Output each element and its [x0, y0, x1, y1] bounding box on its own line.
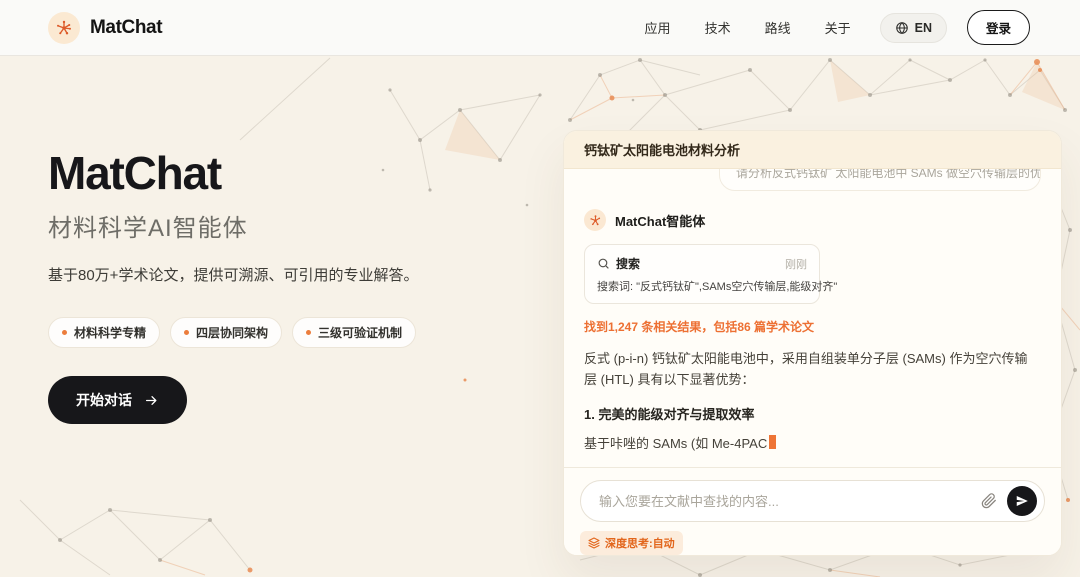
- chat-title: 钙钛矿太阳能电池材料分析: [584, 140, 740, 159]
- feature-pill-architecture: 四层协同架构: [170, 317, 282, 348]
- agent-name: MatChat智能体: [615, 211, 705, 230]
- chat-input-area: 深度思考:自动: [564, 467, 1061, 555]
- feature-label: 三级可验证机制: [318, 324, 402, 341]
- bullet-dot-icon: [306, 330, 311, 335]
- arrow-right-icon: [144, 394, 159, 407]
- brand-name: MatChat: [90, 17, 162, 39]
- feature-pill-materials: 材料科学专精: [48, 317, 160, 348]
- language-label: EN: [915, 21, 932, 35]
- answer-typing-line: 基于咔唑的 SAMs (如 Me-4PAC: [584, 433, 1041, 452]
- deep-think-label: 深度思考:自动: [605, 535, 675, 551]
- hero-section: MatChat 材料科学AI智能体 基于80万+学术论文，提供可溯源、可引用的专…: [48, 146, 478, 424]
- answer-heading: 1. 完美的能级对齐与提取效率: [584, 404, 1041, 423]
- search-timestamp: 刚刚: [785, 256, 807, 272]
- attach-file-button[interactable]: [977, 489, 1001, 513]
- feature-pill-verification: 三级可验证机制: [292, 317, 416, 348]
- send-button[interactable]: [1007, 486, 1037, 516]
- feature-pills: 材料科学专精 四层协同架构 三级可验证机制: [48, 317, 478, 348]
- chat-input[interactable]: [599, 494, 977, 509]
- nav-item-roadmap[interactable]: 路线: [752, 12, 804, 43]
- top-navbar: MatChat 应用 技术 路线 关于 EN 登录: [0, 0, 1080, 56]
- login-button[interactable]: 登录: [967, 10, 1030, 45]
- paperclip-icon: [981, 493, 997, 509]
- nav-menu: 应用 技术 路线 关于 EN 登录: [632, 10, 1030, 45]
- nav-item-apps[interactable]: 应用: [632, 12, 684, 43]
- user-message-text: 请分析反式钙钛矿 太阳能电池中 SAMs 做空穴传输层的优势。: [736, 169, 1024, 181]
- start-chat-label: 开始对话: [76, 390, 132, 410]
- bullet-dot-icon: [184, 330, 189, 335]
- answer-paragraph: 反式 (p-i-n) 钙钛矿太阳能电池中，采用自组装单分子层 (SAMs) 作为…: [584, 348, 1036, 391]
- layers-icon: [588, 537, 600, 549]
- feature-label: 材料科学专精: [74, 324, 146, 341]
- hero-title: MatChat: [48, 146, 478, 200]
- deep-think-toggle[interactable]: 深度思考:自动: [580, 531, 683, 555]
- language-switcher[interactable]: EN: [880, 13, 947, 43]
- search-tool-label: 搜索: [616, 255, 640, 272]
- hero-subtitle: 材料科学AI智能体: [48, 208, 478, 243]
- start-chat-button[interactable]: 开始对话: [48, 376, 187, 424]
- agent-identity-row: MatChat智能体: [584, 209, 1041, 231]
- typing-cursor: [769, 435, 776, 449]
- brand-logo[interactable]: MatChat: [48, 12, 162, 44]
- feature-label: 四层协同架构: [196, 324, 268, 341]
- search-result-summary: 找到1,247 条相关结果，包括86 篇学术论文: [584, 318, 1041, 335]
- chat-message-list[interactable]: 请分析反式钙钛矿 太阳能电池中 SAMs 做空穴传输层的优势。 MatChat智…: [564, 169, 1061, 467]
- search-tool-card[interactable]: 搜索 刚刚 搜索词: "反式钙钛矿",SAMs空穴传输层,能级对齐": [584, 244, 820, 304]
- nav-item-tech[interactable]: 技术: [692, 12, 744, 43]
- send-plane-icon: [1015, 494, 1029, 508]
- agent-molecule-avatar-icon: [584, 209, 606, 231]
- bullet-dot-icon: [62, 330, 67, 335]
- answer-typing-text: 基于咔唑的 SAMs (如 Me-4PAC: [584, 433, 767, 452]
- nav-item-about[interactable]: 关于: [812, 12, 864, 43]
- search-icon: [597, 257, 610, 270]
- chat-demo-panel: 钙钛矿太阳能电池材料分析 请分析反式钙钛矿 太阳能电池中 SAMs 做空穴传输层…: [563, 130, 1062, 556]
- search-tool-header: 搜索 刚刚: [597, 255, 807, 272]
- molecule-logo-icon: [48, 12, 80, 44]
- chat-header: 钙钛矿太阳能电池材料分析: [564, 131, 1061, 169]
- search-query-text: 搜索词: "反式钙钛矿",SAMs空穴传输层,能级对齐": [597, 278, 807, 294]
- globe-icon: [895, 21, 909, 35]
- chat-input-wrapper: [580, 480, 1045, 522]
- user-message-bubble: 请分析反式钙钛矿 太阳能电池中 SAMs 做空穴传输层的优势。: [719, 169, 1041, 191]
- hero-description: 基于80万+学术论文，提供可溯源、可引用的专业解答。: [48, 263, 450, 289]
